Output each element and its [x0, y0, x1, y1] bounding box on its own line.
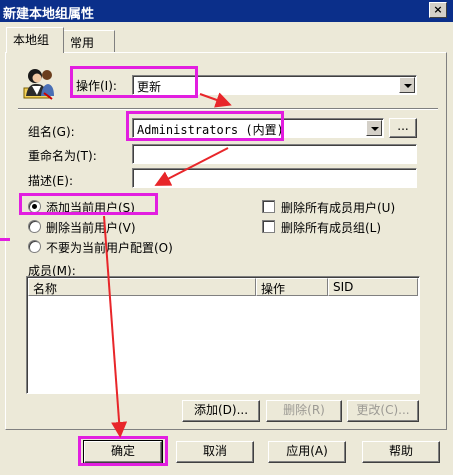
group-name-dropdown-button[interactable] — [366, 120, 382, 136]
group-name-label: 组名(G): — [28, 125, 75, 139]
checkbox-delete-all-member-groups[interactable] — [262, 220, 275, 233]
radio-do-not-configure[interactable] — [28, 240, 41, 253]
checkbox-delete-all-member-users-label: 删除所有成员用户(U) — [281, 201, 396, 215]
remove-member-button[interactable]: 删除(R) — [266, 400, 342, 422]
members-list[interactable]: 名称 操作 SID — [26, 276, 420, 394]
apply-button[interactable]: 应用(A) — [268, 441, 346, 463]
close-button[interactable]: × — [429, 2, 447, 18]
window-title-bar: 新建本地组属性 × — [0, 0, 453, 22]
radio-remove-current-user[interactable] — [28, 220, 41, 233]
checkbox-delete-all-member-users[interactable] — [262, 200, 275, 213]
column-header-text: 名称 — [33, 282, 58, 296]
highlight-box-add-user — [19, 193, 158, 215]
tab-label: 本地组 — [13, 33, 50, 47]
description-input[interactable] — [132, 168, 417, 188]
rename-input[interactable] — [132, 144, 417, 164]
radio-do-not-configure-label: 不要为当前用户配置(O) — [46, 241, 173, 255]
column-header-action[interactable]: 操作 — [256, 278, 328, 296]
window-title: 新建本地组属性 — [3, 7, 95, 22]
help-button[interactable]: 帮助 — [362, 441, 440, 463]
rename-label: 重命名为(T): — [28, 149, 97, 163]
cancel-button[interactable]: 取消 — [176, 441, 254, 463]
browse-button[interactable]: ... — [389, 118, 417, 138]
tab-label: 常用 — [70, 36, 95, 50]
action-dropdown-button[interactable] — [399, 77, 415, 93]
group-users-icon — [22, 66, 56, 102]
tab-local-group[interactable]: 本地组 — [6, 27, 64, 53]
column-header-text: SID — [333, 280, 354, 294]
radio-remove-current-user-label: 删除当前用户(V) — [46, 221, 136, 235]
annotation-marker — [0, 238, 10, 241]
column-header-text: 操作 — [261, 282, 286, 296]
highlight-box-ok — [78, 436, 168, 466]
description-label: 描述(E): — [28, 174, 73, 188]
tab-common[interactable]: 常用 — [63, 30, 115, 52]
add-member-button[interactable]: 添加(D)... — [182, 400, 260, 422]
column-header-name[interactable]: 名称 — [28, 278, 256, 296]
separator — [18, 108, 438, 110]
column-header-sid[interactable]: SID — [328, 278, 418, 296]
highlight-box-group-name — [126, 111, 284, 141]
highlight-box-action — [70, 66, 198, 98]
change-member-button[interactable]: 更改(C)... — [347, 400, 419, 422]
checkbox-delete-all-member-groups-label: 删除所有成员组(L) — [281, 221, 382, 235]
